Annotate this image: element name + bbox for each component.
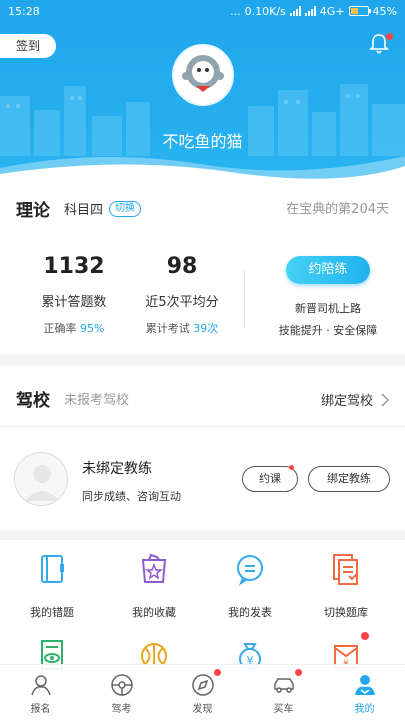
user-nickname: 不吃鱼的猫 — [162, 132, 243, 151]
status-time: 15:28 — [8, 4, 40, 18]
coach-description: 同步成绩、咨询互动 — [82, 490, 181, 503]
feature-favorites[interactable]: 我的收藏 — [104, 552, 204, 620]
feature-wrong-questions[interactable]: 我的错题 — [2, 552, 102, 620]
feature-label: 切换题库 — [324, 606, 368, 619]
school-status: 未报考驾校 — [64, 393, 130, 408]
battery-icon — [348, 6, 371, 16]
profile-icon — [353, 673, 377, 697]
book-lesson-label: 约课 — [259, 472, 281, 485]
default-avatar-icon — [25, 465, 59, 501]
answered-count: 1132 — [43, 254, 105, 279]
chat-bubble-icon — [233, 552, 267, 586]
tab-discover[interactable]: 发现 — [162, 665, 243, 720]
exam-count-text: 累计考试 39次 — [120, 320, 244, 336]
bind-school-button[interactable]: 绑定驾校 — [321, 390, 389, 409]
theory-title: 理论 — [16, 201, 50, 221]
tab-mine[interactable]: 我的 — [324, 665, 405, 720]
signal-icon — [289, 6, 301, 16]
feature-my-posts[interactable]: 我的发表 — [200, 552, 300, 620]
days-in-app: 在宝典的第204天 — [286, 202, 389, 217]
book-lesson-badge — [289, 465, 294, 470]
feature-label: 我的收藏 — [132, 606, 176, 619]
signal-icon-2 — [304, 6, 316, 16]
network-speed: 0.10K/s — [244, 4, 286, 18]
stat-divider — [244, 270, 245, 326]
book-lesson-button[interactable]: 约课 — [242, 465, 298, 492]
school-title: 驾校 — [16, 391, 50, 411]
accuracy-text: 正确率 95% — [12, 320, 136, 336]
checkin-button[interactable]: 签到 — [0, 34, 56, 58]
document-stack-icon — [329, 552, 363, 586]
theory-card: 理论 科目四 切换 在宝典的第204天 1132 累计答题数 正确率 95% 9… — [0, 182, 405, 354]
chevron-right-icon — [381, 392, 389, 407]
switch-subject-button[interactable]: 切换 — [109, 200, 142, 217]
average-score: 98 — [166, 254, 198, 279]
feature-badge — [361, 632, 369, 640]
tab-badge — [294, 669, 302, 676]
practice-promo-line1: 新晋司机上路 — [295, 302, 361, 315]
tab-signup[interactable]: 报名 — [0, 665, 81, 720]
signup-icon — [29, 673, 53, 697]
profile-header: 15:28 ... 0.10K/s 4G+ 45% 签到 不吃鱼的猫 — [0, 0, 405, 182]
tab-label: 发现 — [192, 704, 213, 715]
exam-count-value: 39次 — [193, 322, 219, 335]
answered-count-label: 累计答题数 — [41, 295, 107, 310]
star-bag-icon — [137, 552, 171, 586]
average-score-stat[interactable]: 98 近5次平均分 累计考试 39次 — [120, 254, 244, 336]
driving-school-card: 驾校 未报考驾校 绑定驾校 未绑定教练 同步成绩、咨询互动 约课 绑定教练 — [0, 366, 405, 530]
tab-label: 我的 — [354, 704, 375, 715]
tab-badge — [213, 669, 221, 676]
divider — [0, 426, 405, 427]
exam-count-label: 累计考试 — [145, 322, 190, 335]
tab-label: 报名 — [30, 704, 51, 715]
tab-label: 买车 — [273, 704, 294, 715]
theory-subject: 科目四 — [64, 203, 104, 218]
status-dots: ... — [230, 4, 241, 18]
bind-school-label: 绑定驾校 — [320, 394, 373, 409]
bind-coach-button[interactable]: 绑定教练 — [308, 466, 390, 492]
answered-count-stat[interactable]: 1132 累计答题数 正确率 95% — [12, 254, 136, 336]
feature-label: 我的发表 — [228, 606, 272, 619]
car-icon — [272, 669, 302, 697]
discover-icon — [191, 669, 221, 697]
mascot-avatar-icon — [174, 46, 232, 104]
feature-label: 我的错题 — [30, 606, 74, 619]
accuracy-value: 95% — [80, 322, 105, 335]
accuracy-label: 正确率 — [43, 322, 77, 335]
tab-buy-car[interactable]: 买车 — [243, 665, 324, 720]
avatar[interactable] — [172, 44, 234, 106]
status-bar: 15:28 ... 0.10K/s 4G+ 45% — [0, 0, 405, 22]
bottom-tab-bar: 报名 驾考 发现 买车 我的 — [0, 664, 405, 720]
average-score-label: 近5次平均分 — [145, 295, 219, 310]
battery-percent: 45% — [372, 4, 397, 18]
network-type: 4G+ — [319, 4, 345, 18]
steering-wheel-icon — [110, 673, 134, 697]
notebook-icon — [35, 552, 69, 586]
notification-button[interactable] — [369, 33, 393, 55]
notification-badge — [386, 33, 393, 40]
coach-avatar — [14, 452, 68, 506]
practice-promo-line2: 技能提升 · 安全保障 — [278, 324, 378, 337]
tab-label: 驾考 — [111, 704, 132, 715]
feature-grid: 我的错题 我的收藏 我的发表 切换题库 ¥ — [0, 540, 405, 678]
tab-exam[interactable]: 驾考 — [81, 665, 162, 720]
coach-name: 未绑定教练 — [82, 461, 152, 477]
book-practice-button[interactable]: 约陪练 — [286, 256, 370, 284]
feature-switch-bank[interactable]: 切换题库 — [296, 552, 396, 620]
profile-page: 15:28 ... 0.10K/s 4G+ 45% 签到 不吃鱼的猫 理论 科目… — [0, 0, 405, 720]
